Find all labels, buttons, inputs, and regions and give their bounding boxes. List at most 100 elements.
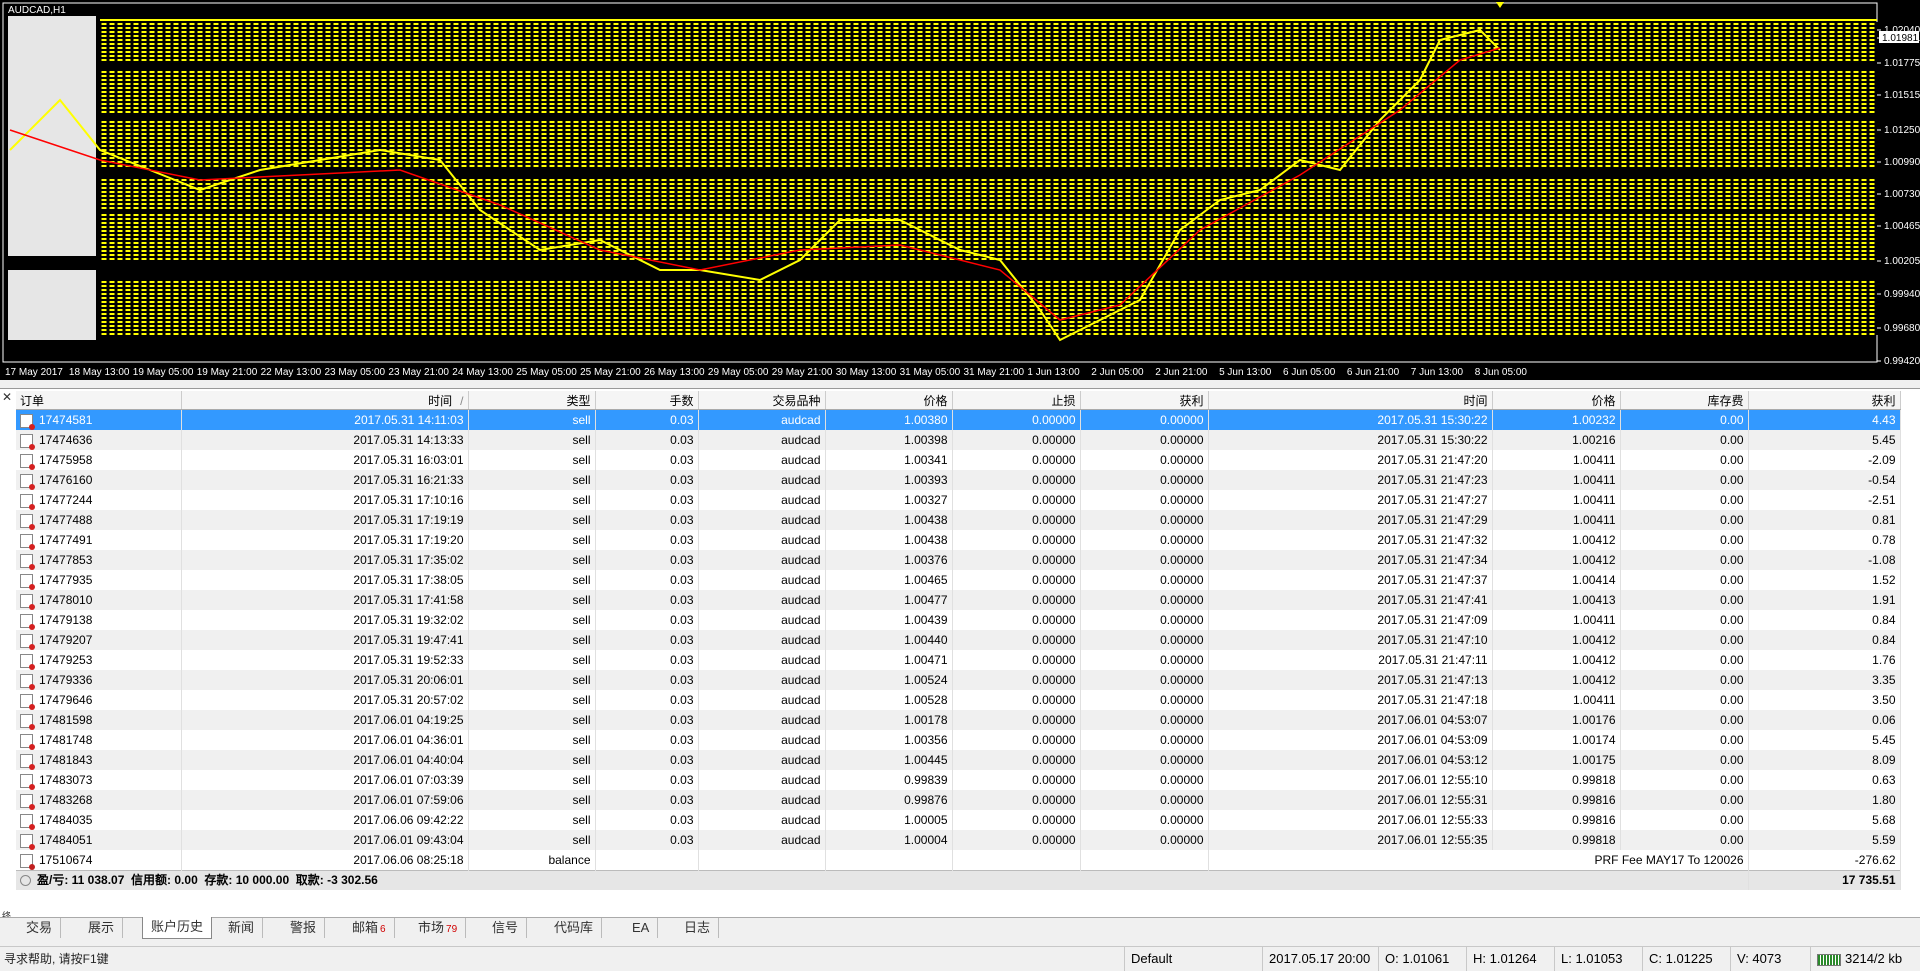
table-cell: 0.00000 <box>1080 830 1209 850</box>
column-header[interactable]: 价格 <box>1492 391 1621 410</box>
table-row[interactable]: 17483268 2017.06.01 07:59:06 sell 0.03 audca… <box>16 790 1901 810</box>
table-cell: 17474581 <box>16 409 182 430</box>
table-cell: 0.00000 <box>952 570 1081 590</box>
order-id: 17510674 <box>39 853 93 867</box>
tab-6[interactable]: 市场 79 <box>410 918 467 938</box>
table-cell: sell <box>468 670 596 690</box>
column-header[interactable]: 获利 <box>1080 391 1209 410</box>
shift-marker-icon[interactable] <box>1496 2 1504 8</box>
sell-order-icon <box>20 593 35 610</box>
tab-5[interactable]: 邮箱 6 <box>344 918 395 938</box>
column-header[interactable]: 价格 <box>825 391 953 410</box>
tab-label: EA <box>632 920 650 935</box>
balance-icon <box>20 853 35 870</box>
table-row[interactable]: 17477488 2017.05.31 17:19:19 sell 0.03 audca… <box>16 510 1901 530</box>
table-row[interactable]: 17484035 2017.06.06 09:42:22 sell 0.03 audca… <box>16 810 1901 830</box>
terminal-tabs: 交易 展示 账户历史 新闻 警报 邮箱 6 市场 79 信号 代码库 EA 日志 <box>0 917 1920 940</box>
table-row[interactable]: 17484051 2017.06.01 09:43:04 sell 0.03 audca… <box>16 830 1901 850</box>
tab-8[interactable]: 代码库 <box>546 918 603 938</box>
table-cell: 2017.05.31 19:32:02 <box>181 610 469 630</box>
order-id: 17477491 <box>39 533 93 547</box>
table-cell: audcad <box>698 530 826 550</box>
table-cell: 0.00 <box>1620 770 1749 790</box>
table-cell: audcad <box>698 430 826 450</box>
connection-status[interactable]: 3214/2 kb <box>1810 947 1920 971</box>
tab-9[interactable]: EA <box>624 918 659 938</box>
table-cell: 1.00411 <box>1492 510 1621 530</box>
table-cell: 0.00000 <box>1080 610 1209 630</box>
column-header[interactable]: 交易品种 <box>698 391 826 410</box>
table-row[interactable]: 17479138 2017.05.31 19:32:02 sell 0.03 audca… <box>16 610 1901 630</box>
order-id: 17484051 <box>39 833 93 847</box>
table-row[interactable]: 17478010 2017.05.31 17:41:58 sell 0.03 audca… <box>16 590 1901 610</box>
table-row[interactable]: 17477853 2017.05.31 17:35:02 sell 0.03 audca… <box>16 550 1901 570</box>
table-cell: 1.00005 <box>825 810 953 830</box>
table-row[interactable]: 17483073 2017.06.01 07:03:39 sell 0.03 audca… <box>16 770 1901 790</box>
table-cell: sell <box>468 590 596 610</box>
close-icon[interactable]: ✕ <box>2 391 14 403</box>
tab-4[interactable]: 警报 <box>282 918 326 938</box>
tab-2[interactable]: 账户历史 <box>142 917 213 939</box>
sell-order-icon <box>20 473 35 490</box>
table-cell <box>952 850 1081 871</box>
table-row[interactable]: 17479207 2017.05.31 19:47:41 sell 0.03 audca… <box>16 630 1901 650</box>
price-chart[interactable]: AUDCAD,H11.020401.019811.017751.015151.0… <box>0 0 1920 380</box>
chart-canvas[interactable]: AUDCAD,H11.020401.019811.017751.015151.0… <box>0 0 1920 380</box>
table-cell: 0.00000 <box>952 590 1081 610</box>
table-row[interactable]: 17474581 2017.05.31 14:11:03 sell 0.03 audca… <box>16 409 1901 430</box>
table-cell: 0.00000 <box>1080 430 1209 450</box>
table-cell: audcad <box>698 590 826 610</box>
tab-10[interactable]: 日志 <box>676 918 720 938</box>
table-cell: 0.03 <box>595 530 699 550</box>
table-row[interactable]: 17479336 2017.05.31 20:06:01 sell 0.03 audca… <box>16 670 1901 690</box>
table-cell: 17477244 <box>16 490 182 510</box>
table-cell: sell <box>468 570 596 590</box>
table-row[interactable]: 17477935 2017.05.31 17:38:05 sell 0.03 audca… <box>16 570 1901 590</box>
tab-label: 交易 <box>26 920 53 935</box>
table-cell: sell <box>468 730 596 750</box>
column-header[interactable]: 获利 <box>1748 391 1901 410</box>
column-header[interactable]: 库存费 <box>1620 391 1749 410</box>
table-cell: 2017.05.31 21:47:41 <box>1208 590 1493 610</box>
tab-7[interactable]: 信号 <box>484 918 528 938</box>
tab-3[interactable]: 新闻 <box>220 918 264 938</box>
column-header[interactable]: 止损 <box>952 391 1081 410</box>
price-axis-label: 1.01515 <box>1884 90 1920 101</box>
table-cell: audcad <box>698 510 826 530</box>
price-axis-label: 1.00465 <box>1884 221 1920 232</box>
table-row[interactable]: 17479253 2017.05.31 19:52:33 sell 0.03 audca… <box>16 650 1901 670</box>
balance-row[interactable]: 17510674 2017.06.06 08:25:18 balance PRF Fe… <box>16 850 1901 871</box>
table-row[interactable]: 17477491 2017.05.31 17:19:20 sell 0.03 audca… <box>16 530 1901 550</box>
table-row[interactable]: 17477244 2017.05.31 17:10:16 sell 0.03 audca… <box>16 490 1901 510</box>
table-row[interactable]: 17474636 2017.05.31 14:13:33 sell 0.03 audca… <box>16 430 1901 450</box>
table-cell: -0.54 <box>1748 470 1901 490</box>
profile-name[interactable]: Default <box>1124 947 1269 971</box>
chart-symbol-title: AUDCAD,H1 <box>8 5 66 16</box>
table-row[interactable]: 17481598 2017.06.01 04:19:25 sell 0.03 audca… <box>16 710 1901 730</box>
table-cell: 17475958 <box>16 450 182 470</box>
column-header[interactable]: 类型 <box>468 391 596 410</box>
table-cell: 0.03 <box>595 550 699 570</box>
table-row[interactable]: 17479646 2017.05.31 20:57:02 sell 0.03 audca… <box>16 690 1901 710</box>
table-cell: 1.80 <box>1748 790 1901 810</box>
table-row[interactable]: 17476160 2017.05.31 16:21:33 sell 0.03 audca… <box>16 470 1901 490</box>
column-header[interactable]: 手数 <box>595 391 699 410</box>
table-cell: 0.00000 <box>952 530 1081 550</box>
column-header[interactable]: 时间 / <box>181 391 469 410</box>
column-header[interactable]: 订单 <box>16 391 182 410</box>
table-cell: 0.00000 <box>1080 550 1209 570</box>
tab-1[interactable]: 展示 <box>80 918 124 938</box>
table-cell: 0.00000 <box>1080 650 1209 670</box>
tab-label: 展示 <box>88 920 115 935</box>
table-row[interactable]: 17481843 2017.06.01 04:40:04 sell 0.03 audca… <box>16 750 1901 770</box>
column-header[interactable]: 时间 <box>1208 391 1493 410</box>
table-cell: 0.00000 <box>1080 810 1209 830</box>
summary-cell: 盈/亏: 11 038.07 信用额: 0.00 存款: 10 000.00 取… <box>16 870 1749 890</box>
table-cell: sell <box>468 650 596 670</box>
table-row[interactable]: 17481748 2017.06.01 04:36:01 sell 0.03 audca… <box>16 730 1901 750</box>
time-axis-label: 22 May 13:00 <box>261 367 322 378</box>
sell-order-icon <box>20 733 35 750</box>
bar-close: C: 1.01225 <box>1642 947 1737 971</box>
table-row[interactable]: 17475958 2017.05.31 16:03:01 sell 0.03 audca… <box>16 450 1901 470</box>
tab-0[interactable]: 交易 <box>18 918 62 938</box>
